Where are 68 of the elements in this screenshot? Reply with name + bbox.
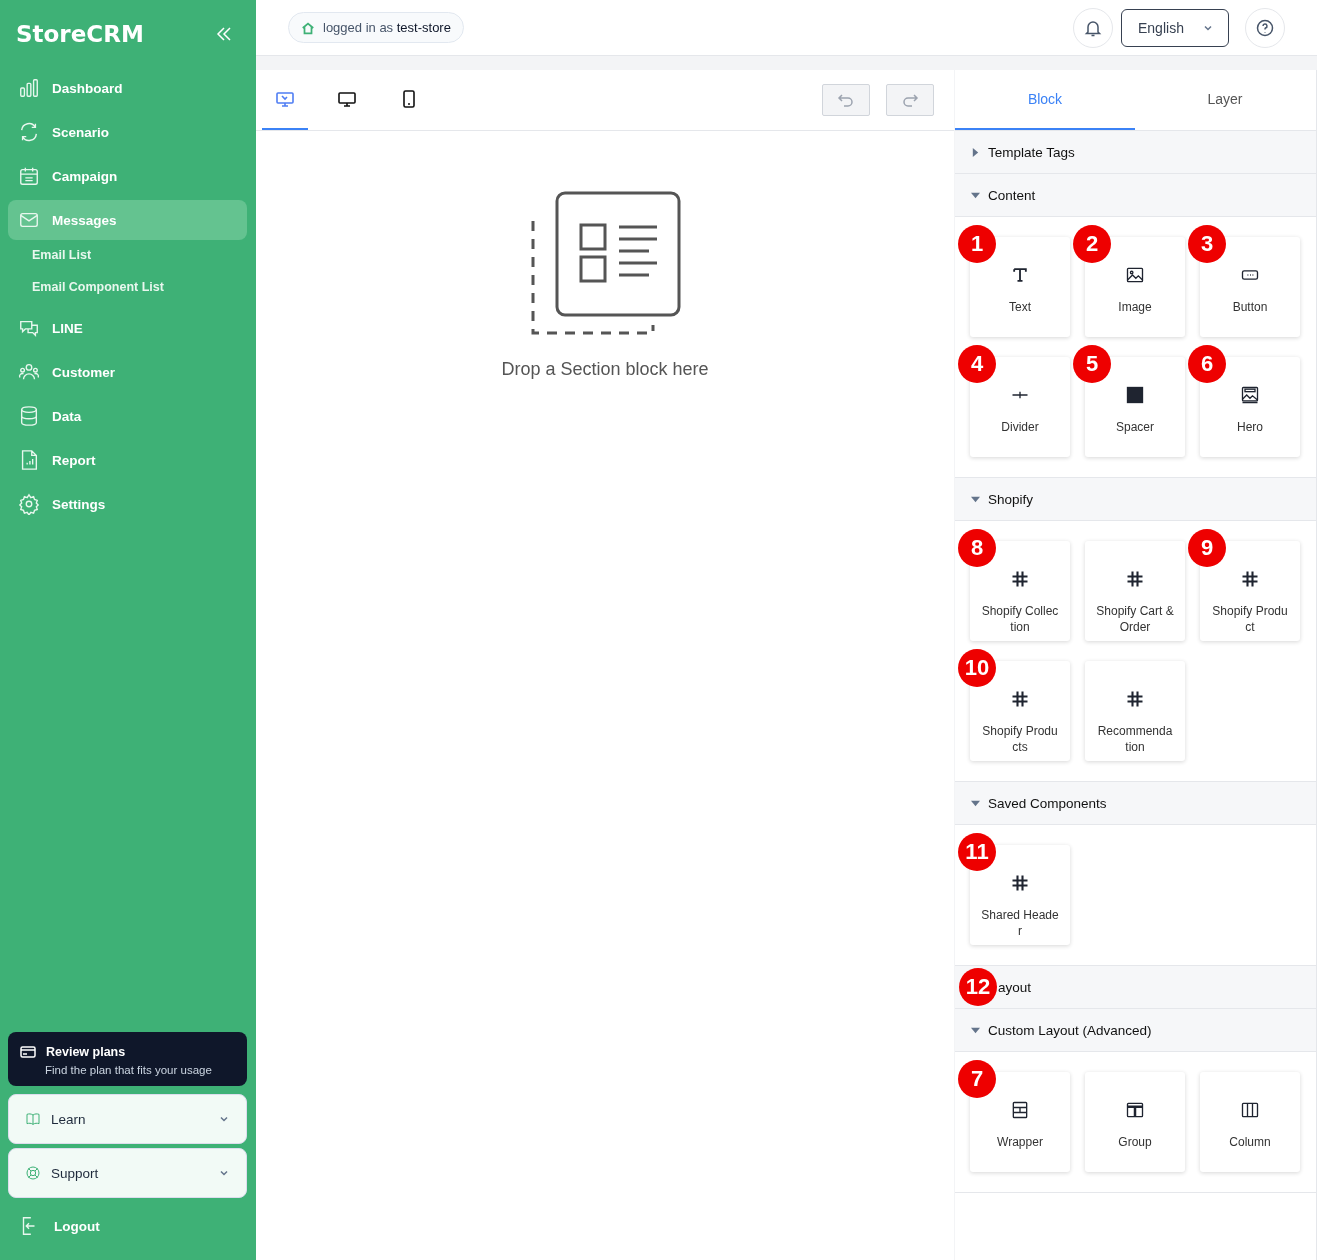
panel-tab[interactable]: Layer: [1135, 70, 1315, 130]
login-badge: logged in as test-store: [288, 12, 464, 43]
monitor-edit-icon: [276, 90, 294, 108]
undo-icon: [837, 91, 855, 109]
hash-icon: [1010, 569, 1030, 589]
column-icon: [1240, 1100, 1260, 1120]
promo-title: Review plans: [46, 1045, 126, 1059]
caret-right-icon: [971, 147, 980, 157]
section-header[interactable]: 12 ayout: [955, 966, 1316, 1009]
book-icon: [25, 1111, 41, 1127]
redo-icon: [901, 91, 919, 109]
card-icon: [20, 1044, 36, 1060]
number-marker: 5: [1073, 345, 1111, 383]
hash-icon: [1125, 689, 1145, 709]
caret-down-icon: [971, 190, 980, 200]
hash-icon: [1010, 873, 1030, 893]
number-marker: 12: [959, 968, 997, 1006]
number-marker: 7: [958, 1060, 996, 1098]
hash-icon: [1125, 569, 1145, 589]
section-header[interactable]: Saved Components: [955, 782, 1316, 825]
help-button[interactable]: [1245, 7, 1285, 48]
spacer-icon: [1125, 385, 1145, 405]
lifebuoy-icon: [25, 1165, 41, 1181]
desktop-icon: [338, 90, 356, 108]
number-marker: 1: [958, 225, 996, 263]
text-icon: [1010, 265, 1030, 285]
number-marker: 2: [1073, 225, 1111, 263]
caret-down-icon: [971, 1025, 980, 1035]
mobile-icon: [400, 90, 418, 108]
number-marker: 11: [958, 833, 996, 871]
logo: StoreCRM: [16, 21, 144, 47]
wrapper-icon: [1010, 1100, 1030, 1120]
number-marker: 9: [1188, 529, 1226, 567]
caret-down-icon: [971, 494, 980, 504]
home-icon: [301, 20, 315, 35]
block-tile[interactable]: Recommendation: [1085, 661, 1185, 761]
section-header[interactable]: Custom Layout (Advanced): [955, 1009, 1316, 1052]
number-marker: 8: [958, 529, 996, 567]
hash-icon: [1240, 569, 1260, 589]
number-marker: 3: [1188, 225, 1226, 263]
language-select[interactable]: English: [1121, 8, 1229, 47]
group-icon: [1125, 1100, 1145, 1120]
chart-icon: [18, 77, 40, 99]
promo-subtitle: Find the plan that fits your usage: [44, 1064, 213, 1076]
collapse-icon[interactable]: [215, 25, 233, 43]
image-icon: [1125, 265, 1145, 285]
block-tile[interactable]: Group: [1085, 1072, 1185, 1172]
accordion[interactable]: Learn: [8, 1094, 247, 1144]
notification-button[interactable]: [1073, 7, 1113, 48]
cycle-icon: [18, 121, 40, 143]
number-marker: 10: [958, 649, 996, 687]
accordion[interactable]: Support: [8, 1148, 247, 1198]
database-icon: [18, 405, 40, 427]
help-icon: [1255, 17, 1275, 38]
block-tile[interactable]: Shopify Cart & Order: [1085, 541, 1185, 641]
number-marker: 4: [958, 345, 996, 383]
gear-icon: [18, 493, 40, 515]
calendar-icon: [18, 165, 40, 187]
caret-down-icon: [971, 798, 980, 808]
section-header[interactable]: Shopify: [955, 478, 1316, 521]
drop-hint: Drop a Section block here: [501, 359, 709, 380]
block-tile[interactable]: Column: [1200, 1072, 1300, 1172]
number-marker: 6: [1188, 345, 1226, 383]
hero-icon: [1240, 385, 1260, 405]
section-header[interactable]: Content: [955, 174, 1316, 217]
section-header[interactable]: Template Tags: [955, 131, 1316, 174]
hash-icon: [1010, 689, 1030, 709]
promo-card[interactable]: Review plans Find the plan that fits your usage: [8, 1032, 247, 1086]
